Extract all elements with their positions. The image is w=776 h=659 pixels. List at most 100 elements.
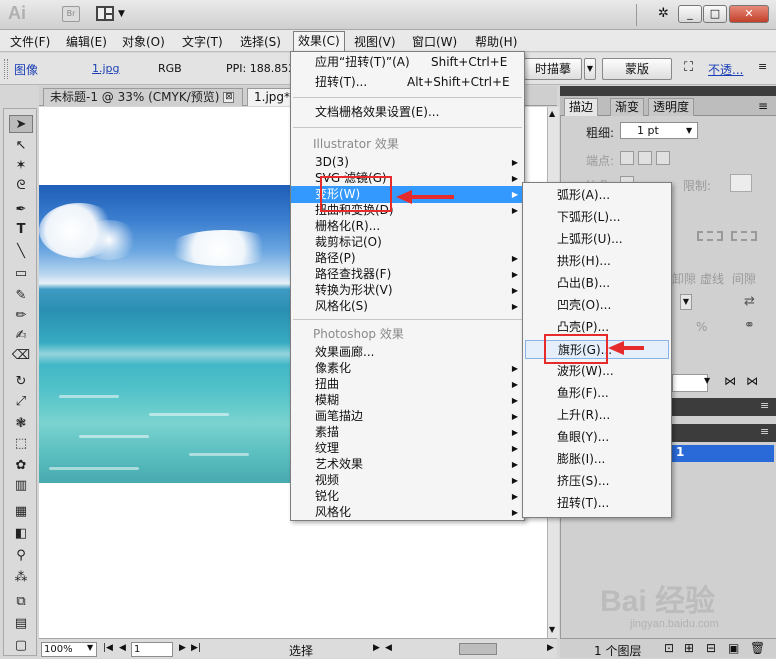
arrange-documents-icon[interactable] [96,6,114,21]
type-tool-icon[interactable]: T [9,221,33,239]
profile-dropdown[interactable] [672,374,708,392]
menu-window[interactable]: 窗口(W) [412,33,457,50]
chevron-down-icon[interactable]: ▼ [680,294,692,310]
chevron-down-icon[interactable]: ▼ [87,643,93,652]
panel-menu-icon[interactable]: ≡ [760,399,769,412]
link-icon[interactable]: ⚭ [744,318,755,333]
menu-effect[interactable]: 效果(C) [293,31,345,52]
menu-item-pathfinder[interactable]: 路径查找器(F) ▶ [291,266,524,283]
panel-menu-icon[interactable]: ≡ [760,425,769,438]
hand-tool-icon[interactable]: ▢ [9,637,33,655]
submenu-item-squeeze[interactable]: 挤压(S)... [523,472,671,491]
menu-item-stylize-ai[interactable]: 风格化(S) ▶ [291,298,524,315]
prev-artboard-icon[interactable]: ◀ [119,643,126,653]
live-trace-button[interactable]: 时描摹 [524,58,582,80]
rotate-tool-icon[interactable]: ↻ [9,373,33,391]
mesh-tool-icon[interactable]: ▦ [9,503,33,521]
menu-item-last-effect[interactable]: 扭转(T)... Alt+Shift+Ctrl+E [291,74,524,91]
menu-item-pixelate[interactable]: 像素化 ▶ [291,360,524,377]
menu-item-distort[interactable]: 扭曲 ▶ [291,376,524,393]
free-transform-tool-icon[interactable]: ⬚ [9,435,33,453]
submenu-item-arc-upper[interactable]: 上弧形(U)... [523,230,671,249]
warp-tool-icon[interactable]: ❃ [9,415,33,433]
submenu-item-fish[interactable]: 鱼形(F)... [523,384,671,403]
scroll-right-icon[interactable]: ▶ [547,643,554,653]
grip-handle[interactable] [4,59,8,79]
submenu-item-arc[interactable]: 弧形(A)... [523,186,671,205]
clipping-mask-icon[interactable]: ⊞ [684,641,694,655]
panel-menu-icon[interactable]: ≡ [758,99,768,113]
submenu-item-arch[interactable]: 拱形(H)... [523,252,671,271]
minimize-button[interactable]: _ [678,5,702,23]
menu-item-convert-to-shape[interactable]: 转换为形状(V) ▶ [291,282,524,299]
last-artboard-icon[interactable]: ▶| [191,643,201,653]
tab-gradient[interactable]: 渐变 [610,98,645,116]
butt-cap-icon[interactable] [620,151,634,165]
first-artboard-icon[interactable]: |◀ [103,643,113,653]
selection-tool-icon[interactable]: ➤ [9,115,33,133]
menu-item-3d[interactable]: 3D(3) ▶ [291,154,524,171]
pen-tool-icon[interactable]: ✒ [9,201,33,219]
menu-item-artistic[interactable]: 艺术效果 ▶ [291,456,524,473]
submenu-item-wave[interactable]: 波形(W)... [523,362,671,381]
swap-icon[interactable]: ⇄ [744,294,755,309]
tab-close-icon[interactable]: ⊠ [223,92,235,103]
round-cap-icon[interactable] [638,151,652,165]
gradient-tool-icon[interactable]: ◧ [9,525,33,543]
menu-help[interactable]: 帮助(H) [475,33,517,50]
menu-view[interactable]: 视图(V) [354,33,396,50]
scroll-left-icon[interactable]: ◀ [385,643,392,653]
menu-item-stylize-ps[interactable]: 风格化 ▶ [291,504,524,521]
menu-item-rasterize[interactable]: 栅格化(R)... [291,218,524,235]
delete-layer-icon[interactable]: 🗑 [750,641,765,655]
rectangle-tool-icon[interactable]: ▭ [9,265,33,283]
menu-file[interactable]: 文件(F) [10,33,50,50]
locate-object-icon[interactable]: ⊡ [664,641,674,655]
menu-item-path[interactable]: 路径(P) ▶ [291,250,524,267]
menu-type[interactable]: 文字(T) [182,33,223,50]
submenu-item-twist[interactable]: 扭转(T)... [523,494,671,513]
blend-tool-icon[interactable]: ⁂ [9,569,33,587]
flip-vertical-icon[interactable]: ⋈ [746,374,758,388]
menu-item-crop-marks[interactable]: 裁剪标记(O) [291,234,524,251]
submenu-item-shell-lower[interactable]: 凹壳(O)... [523,296,671,315]
new-sublayer-icon[interactable]: ⊟ [706,641,716,655]
close-button[interactable]: ✕ [729,5,769,23]
paintbrush-tool-icon[interactable]: ✎ [9,287,33,305]
chevron-down-icon[interactable]: ▼ [686,126,692,135]
bridge-icon[interactable]: Br [62,6,80,22]
mask-button[interactable]: 蒙版 [602,58,672,80]
horizontal-scroll-thumb[interactable] [459,643,497,655]
linked-file-link[interactable]: 1.jpg [92,62,120,75]
artboard-number-field[interactable]: 1 [131,642,173,657]
menu-item-sharpen[interactable]: 锐化 ▶ [291,488,524,505]
line-tool-icon[interactable]: ╲ [9,243,33,261]
direct-selection-tool-icon[interactable]: ↖ [9,137,33,155]
menu-item-brush-strokes[interactable]: 画笔描边 ▶ [291,408,524,425]
slice-tool-icon[interactable]: ⧉ [9,593,33,611]
scroll-down-icon[interactable]: ▼ [549,625,555,634]
pencil-tool-icon[interactable]: ✏ [9,307,33,325]
limit-field[interactable] [730,174,752,192]
tab-untitled-1[interactable]: 未标题-1 @ 33% (CMYK/预览) ⊠ [43,88,243,106]
menu-item-effect-gallery[interactable]: 效果画廊... [291,344,524,361]
submenu-item-inflate[interactable]: 膨胀(I)... [523,450,671,469]
submenu-item-fisheye[interactable]: 鱼眼(Y)... [523,428,671,447]
symbol-sprayer-tool-icon[interactable]: ✿ [9,457,33,475]
transform-icon[interactable]: ⛶ [684,60,693,75]
square-cap-icon[interactable] [656,151,670,165]
status-menu-icon[interactable]: ▶ [373,643,380,653]
tab-transparency[interactable]: 透明度 [648,98,695,116]
menu-select[interactable]: 选择(S) [240,33,281,50]
eyedropper-tool-icon[interactable]: ⚲ [9,547,33,565]
layer-row-selected[interactable]: 1 [668,445,774,462]
menu-item-texture[interactable]: 纹理 ▶ [291,440,524,457]
eraser-tool-icon[interactable]: ⌫ [9,347,33,365]
maximize-button[interactable]: □ [703,5,727,23]
menu-item-blur[interactable]: 模糊 ▶ [291,392,524,409]
menu-item-video[interactable]: 视频 ▶ [291,472,524,489]
next-artboard-icon[interactable]: ▶ [179,643,186,653]
scroll-up-icon[interactable]: ▲ [549,109,555,118]
artboard-tool-icon[interactable]: ▤ [9,615,33,633]
blob-brush-tool-icon[interactable]: ✍ [9,327,33,345]
